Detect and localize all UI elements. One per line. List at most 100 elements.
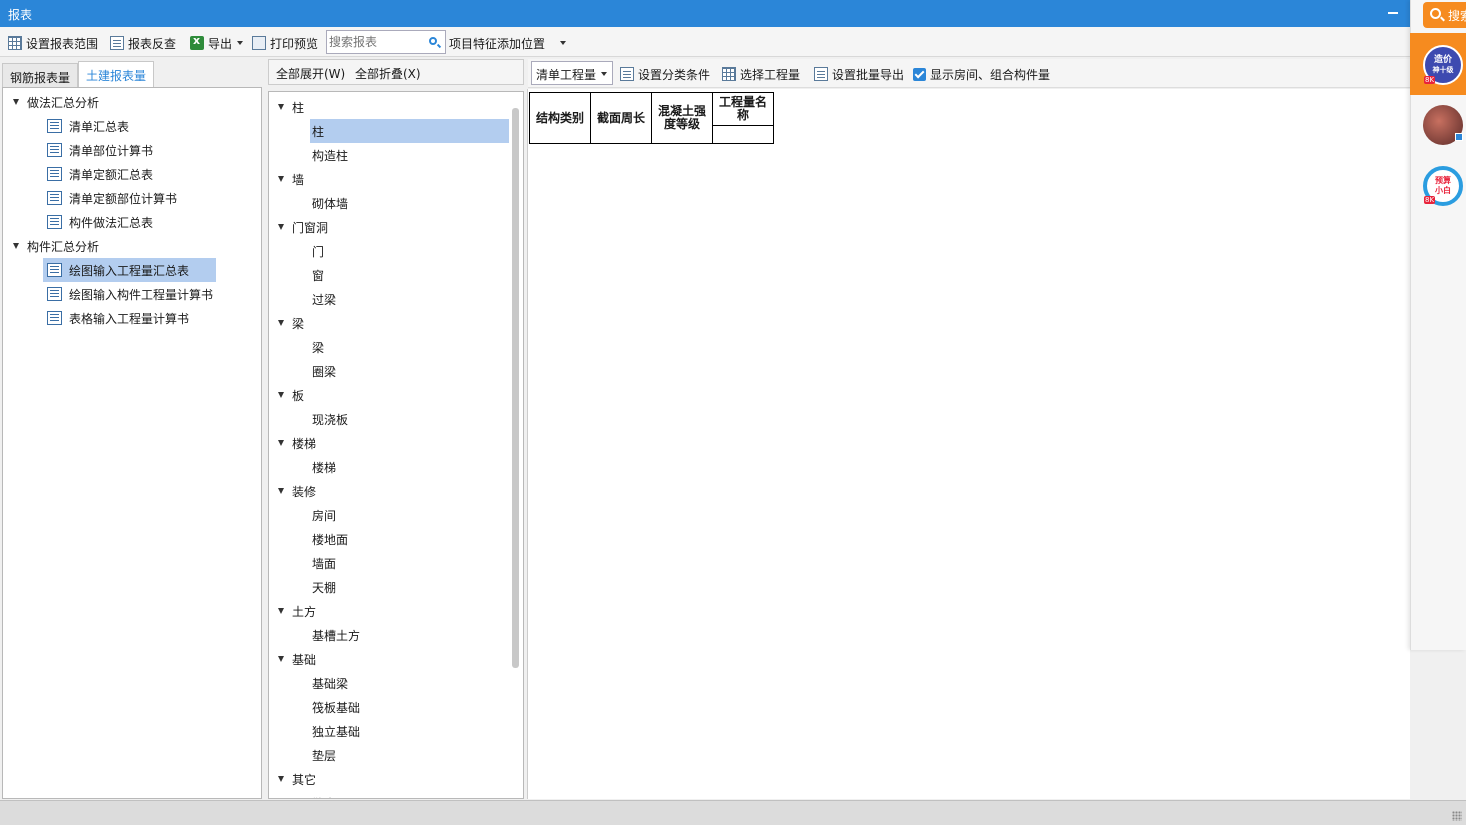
show-rooms-checkbox[interactable]: 显示房间、组合构件量 — [913, 65, 1050, 83]
component-group[interactable]: 装修 — [275, 479, 316, 503]
tree-item-report[interactable]: 清单部位计算书 — [45, 138, 153, 162]
component-item[interactable]: 散水 — [312, 791, 336, 799]
expand-arrow-icon[interactable] — [278, 776, 284, 782]
minimize-button[interactable] — [1388, 12, 1398, 14]
expand-arrow-icon[interactable] — [278, 440, 284, 446]
component-item-label: 基槽土方 — [312, 628, 361, 643]
component-item-label: 门 — [312, 244, 325, 259]
set-report-range-label: 设置报表范围 — [26, 36, 99, 51]
tree-item-report[interactable]: 构件做法汇总表 — [45, 210, 153, 234]
tree-item-report[interactable]: 表格输入工程量计算书 — [45, 306, 189, 330]
report-icon — [47, 143, 62, 157]
export-label: 导出 — [208, 36, 233, 51]
expand-arrow-icon[interactable] — [278, 608, 284, 614]
settings-doc-icon — [620, 67, 634, 81]
component-group-label: 墙 — [292, 172, 305, 187]
expand-arrow-icon[interactable] — [278, 104, 284, 110]
component-item[interactable]: 垫层 — [312, 743, 336, 767]
component-group-label: 土方 — [292, 604, 317, 619]
component-group[interactable]: 基础 — [275, 647, 316, 671]
component-item[interactable]: 过梁 — [312, 287, 336, 311]
show-rooms-label: 显示房间、组合构件量 — [930, 67, 1051, 82]
component-group[interactable]: 柱 — [275, 95, 304, 119]
expand-arrow-icon[interactable] — [13, 99, 19, 105]
side-search-button[interactable]: 搜索 — [1423, 2, 1466, 28]
tab-civil-report[interactable]: 土建报表量 — [78, 61, 155, 87]
expand-all-button[interactable]: 全部展开(W) — [276, 65, 345, 82]
component-item[interactable]: 门 — [312, 239, 324, 263]
component-item[interactable]: 现浇板 — [312, 407, 348, 431]
table-icon — [722, 67, 736, 81]
export-dropdown-button[interactable]: 导出 — [190, 34, 244, 52]
tree-item-report[interactable]: 绘图输入构件工程量计算书 — [45, 282, 213, 306]
search-icon[interactable] — [429, 37, 437, 45]
component-group[interactable]: 板 — [275, 383, 304, 407]
expand-arrow-icon[interactable] — [278, 656, 284, 662]
checkbox-checked-icon[interactable] — [913, 67, 926, 81]
status-bar — [0, 800, 1466, 825]
component-item[interactable]: 墙面 — [312, 551, 336, 575]
tree-item-report[interactable]: 清单定额部位计算书 — [45, 186, 177, 210]
component-item[interactable]: 基槽土方 — [312, 623, 360, 647]
component-item[interactable]: 砌体墙 — [312, 191, 348, 215]
search-icon — [1430, 8, 1441, 19]
collapse-all-button[interactable]: 全部折叠(X) — [355, 65, 421, 82]
tree-group-method-summary[interactable]: 做法汇总分析 — [9, 90, 99, 114]
expand-arrow-icon[interactable] — [278, 320, 284, 326]
print-preview-button[interactable]: 打印预览 — [252, 34, 318, 52]
report-search-input[interactable] — [329, 32, 425, 52]
expand-arrow-icon[interactable] — [13, 243, 19, 249]
item-feature-position-dropdown[interactable]: 项目特征添加位置 — [449, 34, 567, 52]
table-header-cell: 工程量名称 — [712, 92, 774, 126]
expand-arrow-icon[interactable] — [278, 224, 284, 230]
chevron-down-icon — [601, 72, 607, 76]
tree-item-report-selected[interactable]: 绘图输入工程量汇总表 — [43, 258, 216, 282]
report-type-tabs: 钢筋报表量 土建报表量 — [0, 60, 265, 87]
component-item[interactable]: 窗 — [312, 263, 324, 287]
chevron-down-icon — [560, 41, 567, 45]
app-icon-text: 预算 — [1435, 176, 1451, 185]
component-group[interactable]: 墙 — [275, 167, 304, 191]
quantity-type-select[interactable]: 清单工程量 — [531, 61, 613, 85]
component-group[interactable]: 土方 — [275, 599, 316, 623]
expand-arrow-icon[interactable] — [278, 176, 284, 182]
report-reverse-check-button[interactable]: 报表反查 — [110, 34, 176, 52]
set-category-button[interactable]: 设置分类条件 — [620, 65, 710, 83]
component-group-label: 柱 — [292, 100, 305, 115]
component-item[interactable]: 筏板基础 — [312, 695, 360, 719]
tree-group-component-summary[interactable]: 构件汇总分析 — [9, 234, 99, 258]
component-item[interactable]: 楼地面 — [312, 527, 348, 551]
tree-item-label: 绘图输入构件工程量计算书 — [69, 287, 214, 302]
component-item[interactable]: 楼梯 — [312, 455, 336, 479]
tree-item-report[interactable]: 清单定额汇总表 — [45, 162, 153, 186]
window-titlebar: 报表 — [0, 0, 1410, 27]
grid-icon — [8, 36, 22, 50]
component-item[interactable]: 天棚 — [312, 575, 336, 599]
batch-export-button[interactable]: 设置批量导出 — [814, 65, 904, 83]
component-item[interactable]: 独立基础 — [312, 719, 360, 743]
expand-arrow-icon[interactable] — [278, 392, 284, 398]
component-item[interactable]: 基础梁 — [312, 671, 348, 695]
component-item[interactable]: 圈梁 — [312, 359, 336, 383]
component-item[interactable]: 构造柱 — [312, 143, 348, 167]
window-title: 报表 — [8, 8, 33, 22]
component-group-label: 板 — [292, 388, 305, 403]
report-search-box — [326, 30, 446, 54]
component-item-label: 过梁 — [312, 292, 337, 307]
component-group[interactable]: 其它 — [275, 767, 316, 791]
tab-rebar-report[interactable]: 钢筋报表量 — [2, 63, 79, 87]
component-item[interactable]: 梁 — [312, 335, 324, 359]
component-item-selected[interactable]: 柱 — [310, 119, 509, 143]
component-item-label: 墙面 — [312, 556, 337, 571]
component-group[interactable]: 梁 — [275, 311, 304, 335]
select-quantity-button[interactable]: 选择工程量 — [722, 65, 800, 83]
vertical-scrollbar[interactable] — [512, 108, 519, 668]
tree-item-report[interactable]: 清单汇总表 — [45, 114, 129, 138]
expand-arrow-icon[interactable] — [278, 488, 284, 494]
component-group[interactable]: 门窗洞 — [275, 215, 328, 239]
component-group[interactable]: 楼梯 — [275, 431, 316, 455]
set-report-range-button[interactable]: 设置报表范围 — [8, 34, 98, 52]
resize-grip-icon[interactable] — [1452, 811, 1462, 821]
table-header-cell: 截面周长 — [590, 92, 652, 144]
component-item[interactable]: 房间 — [312, 503, 336, 527]
